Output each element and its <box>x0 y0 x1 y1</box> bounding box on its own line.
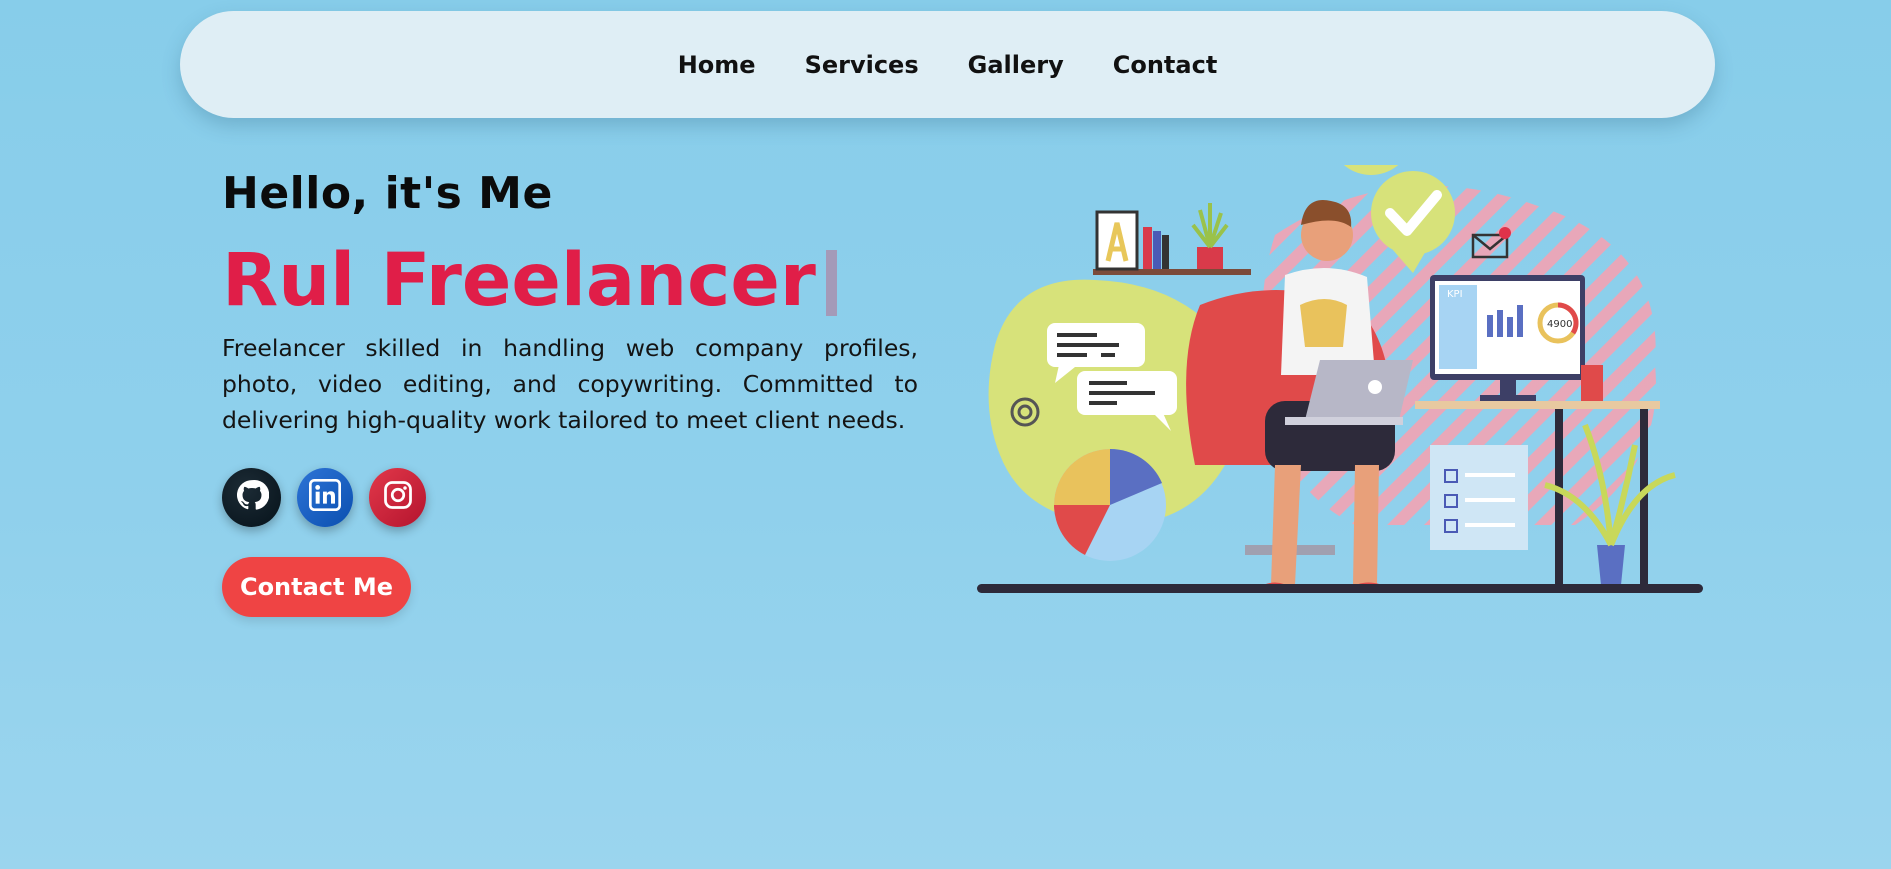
nav-link-contact[interactable]: Contact <box>1113 51 1218 79</box>
typing-cursor <box>825 249 837 316</box>
top-navbar: Home Services Gallery Contact <box>180 11 1715 118</box>
instagram-link[interactable] <box>369 468 426 527</box>
hero-greeting: Hello, it's Me <box>222 168 553 219</box>
instagram-icon <box>383 480 413 515</box>
contact-me-button[interactable]: Contact Me <box>222 557 411 617</box>
hero-role-text: Rul Freelancer <box>222 238 816 323</box>
hero-illustration: KPI 4900 <box>977 165 1703 593</box>
nav-link-services[interactable]: Services <box>805 51 919 79</box>
kpi-gauge-value: 4900 <box>1547 319 1572 330</box>
github-link[interactable] <box>222 468 281 527</box>
hero-description: Freelancer skilled in handling web compa… <box>222 334 918 434</box>
social-links <box>222 468 426 527</box>
kpi-label: KPI <box>1447 289 1463 300</box>
linkedin-icon <box>309 479 341 516</box>
hero-role-title: Rul Freelancer <box>222 238 837 323</box>
github-icon <box>235 478 269 517</box>
nav-link-home[interactable]: Home <box>678 51 756 79</box>
linkedin-link[interactable] <box>297 468 353 527</box>
nav-link-gallery[interactable]: Gallery <box>968 51 1064 79</box>
